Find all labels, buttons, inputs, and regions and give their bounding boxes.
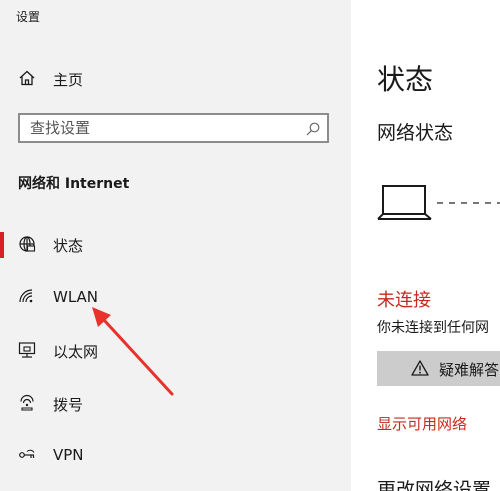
ethernet-icon	[18, 342, 36, 358]
sidebar: 设置 主页 网络和 Internet 状态	[0, 0, 351, 491]
sidebar-item-label: 拨号	[53, 396, 84, 414]
laptop-icon	[377, 185, 432, 220]
troubleshoot-label: 疑难解答	[439, 361, 500, 379]
sidebar-item-ethernet[interactable]: 以太网	[0, 331, 351, 371]
sidebar-item-wlan[interactable]: WLAN	[0, 278, 351, 318]
wifi-icon	[19, 289, 33, 303]
connection-dashed-line	[437, 202, 500, 204]
home-label: 主页	[53, 71, 84, 89]
globe-icon	[19, 236, 36, 252]
sidebar-item-status[interactable]: 状态	[0, 225, 351, 265]
show-available-networks-link[interactable]: 显示可用网络	[377, 413, 467, 434]
sidebar-item-vpn[interactable]: VPN	[0, 436, 351, 476]
vpn-icon	[19, 449, 35, 458]
search-box[interactable]	[18, 113, 329, 143]
page-title: 状态	[377, 63, 434, 96]
section-heading: 网络和 Internet	[18, 176, 130, 192]
home-icon	[19, 70, 35, 86]
change-network-settings-heading: 更改网络设置	[377, 479, 492, 491]
warning-icon	[411, 360, 429, 376]
sidebar-item-dialup[interactable]: 拨号	[0, 384, 351, 424]
search-input[interactable]	[30, 119, 290, 137]
main-pane: 状态 网络状态 未连接 你未连接到任何网 疑难解答 显示可用网络 更改网络设置	[351, 0, 500, 491]
app-title: 设置	[16, 10, 41, 24]
home-nav-item[interactable]: 主页	[0, 64, 351, 94]
dialup-icon	[20, 394, 34, 411]
connection-status: 未连接	[377, 290, 431, 311]
sidebar-item-label: 以太网	[53, 343, 99, 361]
sidebar-item-label: 状态	[53, 237, 84, 255]
sidebar-item-label: VPN	[53, 446, 84, 464]
network-status-heading: 网络状态	[377, 122, 454, 144]
connection-status-description: 你未连接到任何网	[377, 320, 489, 336]
search-icon[interactable]	[305, 121, 321, 137]
troubleshoot-button[interactable]: 疑难解答	[377, 351, 500, 386]
sidebar-item-label: WLAN	[53, 288, 99, 306]
